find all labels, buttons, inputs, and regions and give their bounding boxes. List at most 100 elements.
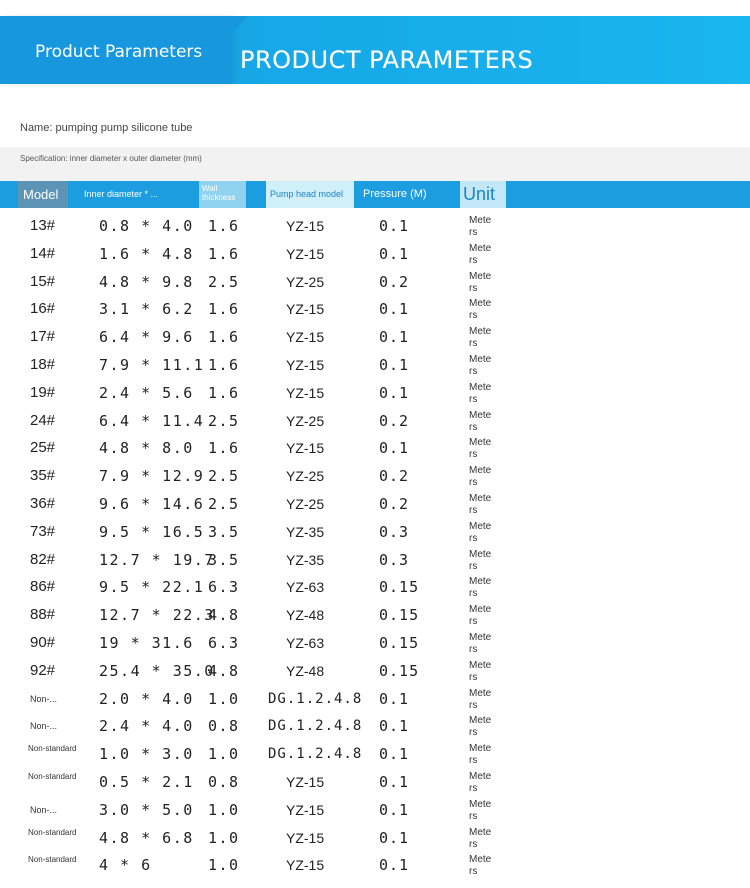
table-row: Non-... 3.0 * 5.0 1.0 YZ-15 0.1 Meters: [0, 796, 750, 824]
cell-model: 13#: [30, 217, 56, 234]
cell-pressure: 0.1: [379, 828, 410, 847]
cell-inner-diameter: 4 * 6: [99, 856, 152, 875]
cell-unit: Meters: [469, 215, 492, 238]
cell-pump-head-model: YZ-63: [286, 579, 325, 596]
table-row: Non-standard 1.0 * 3.0 1.0 DG.1.2.4.8 0.1 Met…: [0, 740, 750, 768]
cell-inner-diameter: 2.0 * 4.0: [99, 689, 194, 708]
cell-unit: Meters: [469, 353, 492, 377]
cell-model: 17#: [30, 328, 56, 346]
cell-model: 90#: [30, 633, 56, 651]
cell-wall-thickness: 3.5: [208, 550, 240, 569]
cell-unit: Meters: [469, 298, 492, 322]
cell-model: Non-standard: [28, 771, 77, 781]
cell-wall-thickness: 2.5: [208, 411, 240, 430]
banner-title: Product Parameters: [35, 42, 203, 62]
table-row: 90# 19 * 31.6 6.3 YZ-63 0.15 Meters: [0, 629, 750, 657]
cell-pressure: 0.1: [379, 745, 410, 764]
cell-pump-head-model: YZ-15: [286, 329, 325, 346]
cell-pressure: 0.3: [379, 550, 410, 569]
table-header: Model Inner diameter * ... Wall thicknes…: [0, 181, 750, 208]
cell-pump-head-model: YZ-15: [286, 801, 325, 818]
cell-unit: Meters: [469, 576, 492, 600]
specification-band: Specification: inner diameter x outer di…: [0, 147, 750, 181]
table-row: 13# 0.8 * 4.0 1.6 YZ-15 0.1 Meters: [0, 212, 750, 240]
cell-model: 88#: [30, 606, 56, 624]
cell-unit: Meters: [469, 687, 492, 711]
header-model: Model: [18, 181, 68, 208]
cell-inner-diameter: 7.9 * 11.1: [99, 355, 205, 374]
banner-title-block: Product Parameters: [0, 16, 232, 84]
cell-wall-thickness: 6.3: [208, 633, 240, 652]
cell-model: 35#: [30, 467, 56, 485]
cell-pressure: 0.2: [379, 494, 410, 513]
cell-pump-head-model: DG.1.2.4.8: [268, 746, 363, 763]
cell-pump-head-model: YZ-35: [286, 551, 325, 568]
banner-notch: [232, 16, 248, 34]
table-row: 35# 7.9 * 12.9 2.5 YZ-25 0.2 Meters: [0, 462, 750, 490]
cell-pump-head-model: YZ-48: [286, 662, 325, 679]
cell-pressure: 0.1: [379, 717, 410, 736]
cell-inner-diameter: 4.8 * 8.0: [99, 439, 194, 458]
header-pump-head-model: Pump head model: [266, 181, 354, 208]
cell-model: 16#: [30, 300, 56, 318]
cell-pump-head-model: YZ-15: [286, 829, 325, 846]
cell-unit: Meters: [469, 631, 492, 655]
cell-model: 18#: [30, 355, 56, 373]
table-row: Non-... 2.4 * 4.0 0.8 DG.1.2.4.8 0.1 Meters: [0, 712, 750, 740]
cell-pressure: 0.1: [379, 300, 410, 319]
cell-pressure: 0.1: [379, 800, 410, 819]
specification-text: Specification: inner diameter x outer di…: [20, 154, 202, 163]
cell-pump-head-model: YZ-48: [286, 607, 325, 624]
cell-model: 14#: [30, 244, 56, 262]
cell-pump-head-model: YZ-15: [286, 218, 325, 234]
cell-inner-diameter: 1.6 * 4.8: [99, 244, 194, 263]
cell-pressure: 0.1: [379, 439, 410, 458]
cell-pressure: 0.1: [379, 244, 410, 263]
cell-wall-thickness: 1.6: [208, 355, 240, 374]
cell-wall-thickness: 1.6: [208, 383, 240, 402]
cell-pump-head-model: YZ-15: [286, 301, 325, 318]
cell-wall-thickness: 1.6: [208, 439, 240, 458]
cell-pump-head-model: YZ-15: [286, 384, 325, 401]
cell-pressure: 0.15: [379, 606, 420, 625]
table-row: 16# 3.1 * 6.2 1.6 YZ-15 0.1 Meters: [0, 295, 750, 323]
cell-unit: Meters: [469, 520, 492, 544]
cell-pressure: 0.2: [379, 411, 410, 430]
cell-pressure: 0.15: [379, 633, 420, 652]
table-row: 82# 12.7 * 19.7 3.5 YZ-35 0.3 Meters: [0, 546, 750, 574]
cell-unit: Meters: [469, 798, 492, 822]
table-row: 25# 4.8 * 8.0 1.6 YZ-15 0.1 Meters: [0, 434, 750, 462]
cell-inner-diameter: 12.7 * 19.7: [99, 550, 215, 569]
cell-wall-thickness: 0.8: [208, 772, 240, 791]
cell-model: 19#: [30, 383, 56, 401]
cell-pump-head-model: YZ-25: [286, 273, 325, 290]
cell-wall-thickness: 1.0: [208, 800, 240, 819]
cell-model: Non-standard: [28, 855, 77, 865]
cell-wall-thickness: 1.6: [208, 217, 240, 235]
cell-pump-head-model: YZ-35: [286, 523, 325, 540]
cell-inner-diameter: 3.0 * 5.0: [99, 800, 194, 819]
table-body: 13# 0.8 * 4.0 1.6 YZ-15 0.1 Meters 14# 1.6 * 4.…: [0, 212, 750, 879]
table-row: 14# 1.6 * 4.8 1.6 YZ-15 0.1 Meters: [0, 240, 750, 268]
cell-pump-head-model: YZ-63: [286, 634, 325, 651]
header-inner-diameter: Inner diameter * ...: [84, 189, 159, 199]
cell-unit: Meters: [469, 381, 492, 405]
cell-pump-head-model: YZ-25: [286, 468, 325, 485]
cell-wall-thickness: 1.6: [208, 328, 240, 347]
table-row: 18# 7.9 * 11.1 1.6 YZ-15 0.1 Meters: [0, 351, 750, 379]
cell-inner-diameter: 4.8 * 6.8: [99, 828, 194, 847]
cell-inner-diameter: 3.1 * 6.2: [99, 300, 194, 319]
cell-inner-diameter: 1.0 * 3.0: [99, 745, 194, 764]
cell-wall-thickness: 1.0: [208, 745, 240, 764]
cell-unit: Meters: [469, 242, 492, 266]
cell-inner-diameter: 0.8 * 4.0: [99, 217, 194, 235]
cell-model: 73#: [30, 522, 56, 540]
cell-model: Non-...: [30, 804, 58, 815]
cell-model: 82#: [30, 550, 56, 568]
cell-wall-thickness: 2.5: [208, 467, 240, 486]
product-name: Name: pumping pump silicone tube: [20, 122, 193, 134]
cell-inner-diameter: 7.9 * 12.9: [99, 467, 205, 486]
cell-pressure: 0.15: [379, 661, 420, 680]
cell-inner-diameter: 6.4 * 11.4: [99, 411, 205, 430]
table-row: 88# 12.7 * 22.3 4.8 YZ-48 0.15 Meters: [0, 601, 750, 629]
